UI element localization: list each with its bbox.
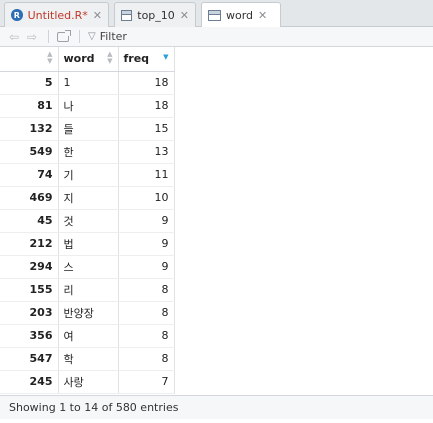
tab-label: word xyxy=(226,9,254,22)
row-name-cell: 212 xyxy=(0,232,59,256)
sort-icon[interactable]: ▲ ▼ xyxy=(107,51,112,65)
table-row[interactable]: 45 것 9 xyxy=(0,209,175,233)
header-row: ▲ ▼ word ▲ ▼ freq ▼ xyxy=(0,47,175,72)
word-cell: 리 xyxy=(58,278,119,302)
word-cell: 지 xyxy=(58,186,119,210)
row-name-cell: 45 xyxy=(0,209,59,233)
close-icon[interactable]: ✕ xyxy=(93,9,102,22)
freq-cell: 18 xyxy=(118,94,175,118)
table-row[interactable]: 155 리 8 xyxy=(0,278,175,302)
row-name-cell: 81 xyxy=(0,94,59,118)
word-cell: 사랑 xyxy=(58,370,119,394)
entries-info: Showing 1 to 14 of 580 entries xyxy=(9,401,179,414)
row-name-cell: 469 xyxy=(0,186,59,210)
freq-cell: 10 xyxy=(118,186,175,210)
table-row[interactable]: 469 지 10 xyxy=(0,186,175,210)
row-name-cell: 155 xyxy=(0,278,59,302)
back-arrow-icon[interactable]: ⇦ xyxy=(8,30,20,44)
freq-cell: 9 xyxy=(118,209,175,233)
word-cell: 반양장 xyxy=(58,301,119,325)
forward-arrow-icon[interactable]: ⇨ xyxy=(26,30,38,44)
row-name-cell: 547 xyxy=(0,347,59,371)
word-cell: 법 xyxy=(58,232,119,256)
table-row[interactable]: 294 스 9 xyxy=(0,255,175,279)
table-row[interactable]: 5 1 18 xyxy=(0,71,175,95)
toolbar-divider xyxy=(79,30,80,43)
row-name-cell: 5 xyxy=(0,71,59,95)
filter-icon[interactable]: ▽ xyxy=(88,31,96,42)
freq-cell: 9 xyxy=(118,232,175,256)
tab-untitled-r[interactable]: R Untitled.R* ✕ xyxy=(4,2,109,27)
editor-tab-bar: R Untitled.R* ✕ top_10 ✕ word ✕ xyxy=(0,0,433,28)
table-row[interactable]: 132 들 15 xyxy=(0,117,175,141)
tab-word[interactable]: word ✕ xyxy=(201,2,281,28)
freq-cell: 9 xyxy=(118,255,175,279)
word-cell: 1 xyxy=(58,71,119,95)
status-bar: Showing 1 to 14 of 580 entries xyxy=(0,395,433,419)
freq-cell: 18 xyxy=(118,71,175,95)
word-cell: 것 xyxy=(58,209,119,233)
table-row[interactable]: 203 반양장 8 xyxy=(0,301,175,325)
sort-icon[interactable]: ▲ ▼ xyxy=(47,51,52,65)
word-cell: 한 xyxy=(58,140,119,164)
freq-cell: 8 xyxy=(118,347,175,371)
sort-descending-icon[interactable]: ▼ xyxy=(163,54,168,61)
column-header-rownames[interactable]: ▲ ▼ xyxy=(0,47,59,72)
row-name-cell: 294 xyxy=(0,255,59,279)
data-grid: ▲ ▼ word ▲ ▼ freq ▼ 5 1 18 81 나 18 132 들 15 549 한 13 7… xyxy=(0,47,433,394)
freq-cell: 7 xyxy=(118,370,175,394)
freq-cell: 11 xyxy=(118,163,175,187)
popout-window-icon[interactable] xyxy=(57,29,71,42)
column-header-freq[interactable]: freq ▼ xyxy=(118,47,175,72)
freq-cell: 8 xyxy=(118,278,175,302)
table-row[interactable]: 356 여 8 xyxy=(0,324,175,348)
word-cell: 스 xyxy=(58,255,119,279)
freq-cell: 13 xyxy=(118,140,175,164)
table-row[interactable]: 74 기 11 xyxy=(0,163,175,187)
row-name-cell: 356 xyxy=(0,324,59,348)
freq-cell: 8 xyxy=(118,324,175,348)
r-script-icon: R xyxy=(11,9,23,21)
table-icon xyxy=(208,10,221,21)
row-name-cell: 245 xyxy=(0,370,59,394)
row-name-cell: 203 xyxy=(0,301,59,325)
viewer-toolbar: ⇦ ⇨ ▽ Filter xyxy=(0,27,433,47)
close-icon[interactable]: ✕ xyxy=(180,9,189,22)
row-name-cell: 74 xyxy=(0,163,59,187)
word-cell: 기 xyxy=(58,163,119,187)
table-row[interactable]: 547 학 8 xyxy=(0,347,175,371)
table-row[interactable]: 212 법 9 xyxy=(0,232,175,256)
word-cell: 나 xyxy=(58,94,119,118)
word-cell: 학 xyxy=(58,347,119,371)
word-cell: 여 xyxy=(58,324,119,348)
row-name-cell: 549 xyxy=(0,140,59,164)
table-row[interactable]: 81 나 18 xyxy=(0,94,175,118)
table-row[interactable]: 549 한 13 xyxy=(0,140,175,164)
tab-label: Untitled.R* xyxy=(27,8,88,22)
close-icon[interactable]: ✕ xyxy=(258,9,267,22)
filter-button[interactable]: Filter xyxy=(100,30,127,43)
freq-cell: 15 xyxy=(118,117,175,141)
freq-cell: 8 xyxy=(118,301,175,325)
table-row[interactable]: 245 사랑 7 xyxy=(0,370,175,394)
column-header-word[interactable]: word ▲ ▼ xyxy=(58,47,119,72)
toolbar-divider xyxy=(48,30,49,43)
tab-label: top_10 xyxy=(137,8,175,22)
row-name-cell: 132 xyxy=(0,117,59,141)
table-icon xyxy=(121,9,133,21)
tab-top-10[interactable]: top_10 ✕ xyxy=(114,2,196,27)
word-cell: 들 xyxy=(58,117,119,141)
